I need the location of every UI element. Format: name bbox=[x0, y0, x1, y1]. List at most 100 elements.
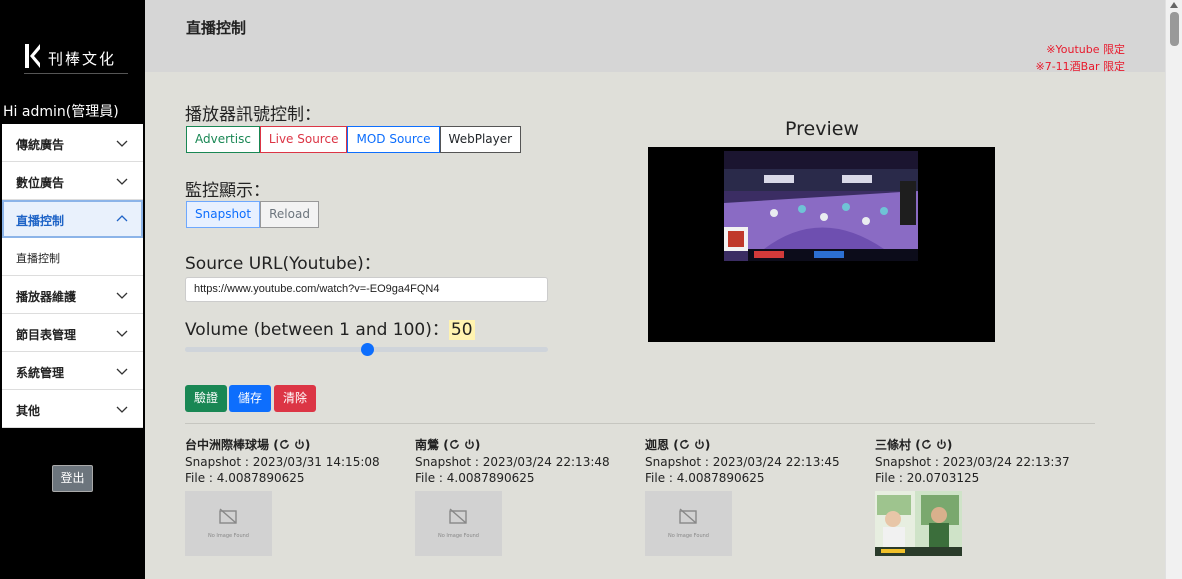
preview-video-frame bbox=[724, 151, 918, 261]
verify-button[interactable]: 驗證 bbox=[185, 385, 228, 412]
no-image-text: No Image Found bbox=[208, 533, 249, 539]
device-name-row: 南鶯 ( ) bbox=[415, 438, 481, 452]
device-file-size: File : 20.0703125 bbox=[875, 471, 980, 485]
sidebar-subitem-live-control[interactable]: 直播控制 bbox=[2, 238, 143, 276]
power-icon[interactable] bbox=[464, 439, 475, 450]
sidebar-item-traditional-ads[interactable]: 傳統廣告 bbox=[2, 124, 143, 162]
store-snapshot-image bbox=[875, 491, 962, 556]
sidebar-item-label: 其他 bbox=[16, 404, 41, 418]
device-name: 三條村 bbox=[875, 438, 912, 452]
device-name-row: 迦恩 ( ) bbox=[645, 438, 711, 452]
sidebar-item-digital-ads[interactable]: 數位廣告 bbox=[2, 162, 143, 200]
sidebar-item-schedule[interactable]: 節目表管理 bbox=[2, 314, 143, 352]
chevron-down-icon bbox=[116, 178, 128, 185]
chevron-down-icon bbox=[116, 140, 128, 147]
power-icon[interactable] bbox=[694, 439, 705, 450]
youtube-only-note: ※Youtube 限定 bbox=[1046, 43, 1125, 56]
device-card: 南鶯 ( ) Snapshot : 2023/03/24 22:13:48 Fi… bbox=[415, 436, 635, 556]
sidebar-item-label: 傳統廣告 bbox=[16, 138, 65, 152]
device-card: 迦恩 ( ) Snapshot : 2023/03/24 22:13:45 Fi… bbox=[645, 436, 865, 556]
snapshot-image[interactable]: No Image Found bbox=[645, 491, 732, 556]
clear-button[interactable]: 清除 bbox=[274, 385, 317, 412]
page-scrollbar[interactable] bbox=[1165, 0, 1182, 579]
device-name-row: 三條村 ( ) bbox=[875, 438, 953, 452]
reload-button[interactable]: Reload bbox=[260, 201, 319, 228]
chevron-down-icon bbox=[116, 330, 128, 337]
refresh-icon[interactable] bbox=[279, 439, 290, 450]
snapshot-image[interactable] bbox=[875, 491, 962, 556]
monitor-label: 監控顯示： bbox=[185, 181, 270, 201]
live-source-button[interactable]: Live Source bbox=[259, 126, 348, 153]
sidebar-item-label: 節目表管理 bbox=[16, 328, 77, 342]
brand-logo[interactable]: 刊棒文化 bbox=[24, 42, 128, 74]
sidebar-item-other[interactable]: 其他 bbox=[2, 390, 143, 428]
scroll-up-arrow-icon[interactable] bbox=[1170, 2, 1178, 8]
volume-label: Volume (between 1 and 100)： 50 bbox=[185, 315, 475, 340]
no-image-text: No Image Found bbox=[668, 533, 709, 539]
chevron-down-icon bbox=[116, 292, 128, 299]
section-divider bbox=[185, 423, 1095, 424]
main-content: 播放器訊號控制： Advertisc Live Source MOD Sourc… bbox=[145, 72, 1165, 579]
device-card: 三條村 ( ) Snapshot : 2023/03/24 22:13:37 F… bbox=[875, 436, 1095, 556]
webplayer-button[interactable]: WebPlayer bbox=[439, 126, 522, 153]
refresh-icon[interactable] bbox=[449, 439, 460, 450]
device-name: 台中洲際棒球場 bbox=[185, 438, 270, 452]
player-signal-buttons: Advertisc Live Source MOD Source WebPlay… bbox=[186, 126, 522, 153]
scrollbar-thumb[interactable] bbox=[1170, 12, 1179, 46]
device-file-size: File : 4.0087890625 bbox=[185, 471, 305, 485]
sidebar-item-player-maintenance[interactable]: 播放器維護 bbox=[2, 276, 143, 314]
power-icon[interactable] bbox=[936, 439, 947, 450]
refresh-icon[interactable] bbox=[679, 439, 690, 450]
snapshot-image[interactable]: No Image Found bbox=[185, 491, 272, 556]
monitor-buttons: Snapshot Reload bbox=[186, 201, 319, 228]
chevron-down-icon bbox=[116, 406, 128, 413]
page-header: 直播控制 ※Youtube 限定 ※7-11酒Bar 限定 bbox=[145, 0, 1165, 73]
volume-label-text: Volume (between 1 and 100)： bbox=[185, 320, 449, 340]
snapshot-image[interactable]: No Image Found bbox=[415, 491, 502, 556]
source-url-input[interactable]: https://www.youtube.com/watch?v=-EO9ga4F… bbox=[185, 277, 548, 302]
source-url-label: Source URL(Youtube)： bbox=[185, 254, 381, 274]
sidebar-item-label: 系統管理 bbox=[16, 366, 65, 380]
mod-source-button[interactable]: MOD Source bbox=[347, 126, 440, 153]
volume-slider-fill bbox=[185, 347, 367, 352]
no-image-text: No Image Found bbox=[438, 533, 479, 539]
volume-slider-thumb[interactable] bbox=[361, 343, 374, 356]
preview-player[interactable] bbox=[648, 147, 995, 342]
volume-slider[interactable] bbox=[185, 343, 548, 356]
basketball-broadcast-image bbox=[724, 151, 918, 261]
no-image-icon bbox=[449, 508, 467, 524]
device-name: 迦恩 bbox=[645, 438, 670, 452]
sidebar-item-label: 數位廣告 bbox=[16, 176, 65, 190]
device-name-row: 台中洲際棒球場 ( ) bbox=[185, 438, 311, 452]
sidebar-item-label: 直播控制 bbox=[16, 214, 65, 228]
no-image-icon bbox=[219, 508, 237, 524]
sidebar: 刊棒文化 Hi admin(管理員) 傳統廣告 數位廣告 直播控制 直播控制 播… bbox=[0, 0, 145, 579]
k-logo-icon bbox=[25, 44, 40, 68]
sidebar-item-live-control[interactable]: 直播控制 bbox=[2, 200, 143, 238]
chevron-up-icon bbox=[116, 215, 128, 222]
device-snapshot-time: Snapshot : 2023/03/31 14:15:08 bbox=[185, 455, 380, 469]
power-icon[interactable] bbox=[294, 439, 305, 450]
preview-title: Preview bbox=[785, 118, 859, 140]
device-name: 南鶯 bbox=[415, 438, 440, 452]
device-file-size: File : 4.0087890625 bbox=[415, 471, 535, 485]
device-snapshot-time: Snapshot : 2023/03/24 22:13:37 bbox=[875, 455, 1070, 469]
snapshot-button[interactable]: Snapshot bbox=[186, 201, 261, 228]
sidebar-menu: 傳統廣告 數位廣告 直播控制 直播控制 播放器維護 節目表管理 系統管理 其他 bbox=[2, 124, 143, 428]
page-title: 直播控制 bbox=[186, 19, 247, 37]
logout-button[interactable]: 登出 bbox=[52, 465, 93, 492]
sidebar-item-label: 直播控制 bbox=[16, 252, 60, 265]
save-button[interactable]: 儲存 bbox=[229, 385, 272, 412]
device-snapshot-time: Snapshot : 2023/03/24 22:13:48 bbox=[415, 455, 610, 469]
no-image-icon bbox=[679, 508, 697, 524]
brand-name: 刊棒文化 bbox=[48, 50, 117, 68]
advertise-button[interactable]: Advertisc bbox=[186, 126, 260, 153]
device-card: 台中洲際棒球場 ( ) Snapshot : 2023/03/31 14:15:… bbox=[185, 436, 405, 556]
user-greeting: Hi admin(管理員) bbox=[3, 104, 119, 120]
volume-value: 50 bbox=[448, 320, 475, 340]
sidebar-item-label: 播放器維護 bbox=[16, 290, 77, 304]
chevron-down-icon bbox=[116, 368, 128, 375]
sidebar-item-system[interactable]: 系統管理 bbox=[2, 352, 143, 390]
refresh-icon[interactable] bbox=[921, 439, 932, 450]
device-snapshot-time: Snapshot : 2023/03/24 22:13:45 bbox=[645, 455, 840, 469]
